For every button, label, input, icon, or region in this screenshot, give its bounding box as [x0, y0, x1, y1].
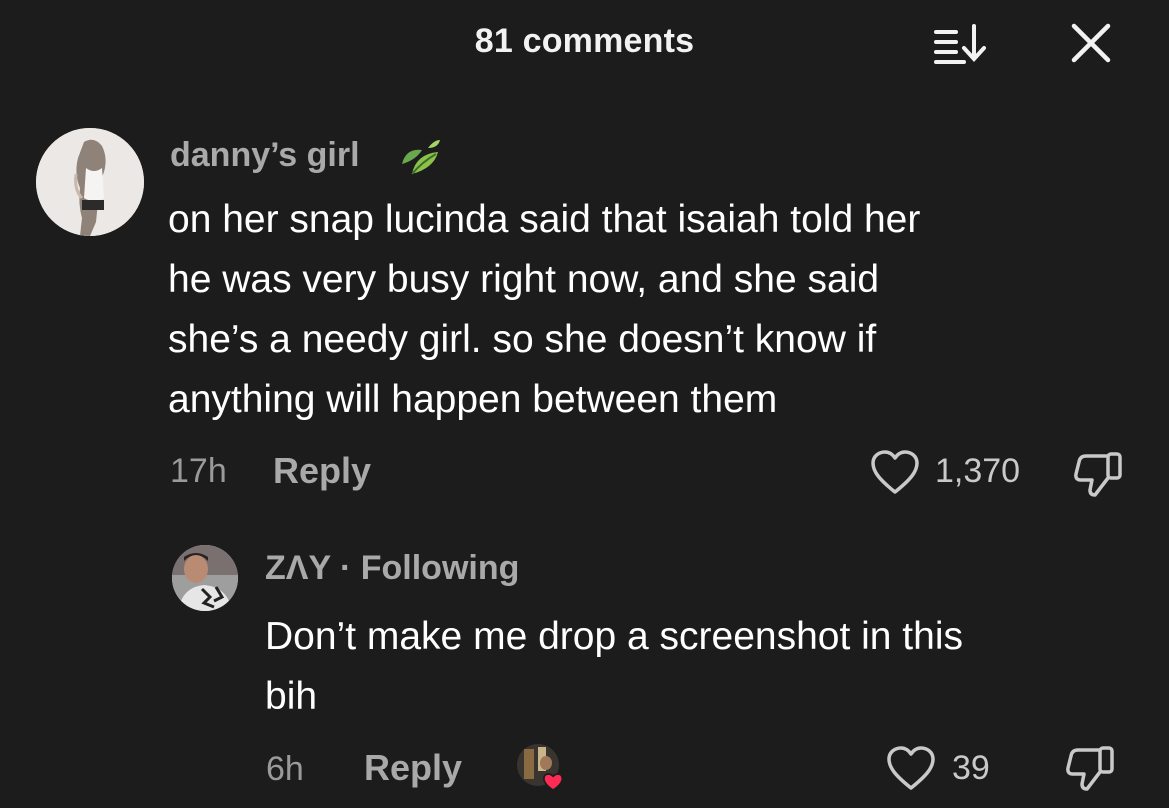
- dislike-icon[interactable]: [1072, 448, 1124, 498]
- comment-username[interactable]: danny’s girl: [170, 136, 360, 175]
- sort-down-icon: [934, 24, 986, 64]
- comment-text: Don’t make me drop a screenshot in this …: [265, 607, 963, 727]
- heart-icon[interactable]: [886, 746, 936, 792]
- reply-username-row: ZΛY · Following: [265, 549, 519, 588]
- comment-text: on her snap lucinda said that isaiah tol…: [168, 190, 920, 430]
- leaf-icon: [398, 134, 446, 178]
- dislike-icon[interactable]: [1064, 742, 1116, 792]
- comment-timestamp: 6h: [266, 750, 304, 788]
- following-label: Following: [360, 549, 520, 587]
- separator-dot: ·: [339, 549, 352, 587]
- comment-line: Don’t make me drop a screenshot in this: [265, 615, 964, 658]
- avatar-image: [36, 128, 144, 236]
- comment-line: bih: [265, 675, 318, 718]
- like-count: 39: [952, 749, 990, 787]
- close-button[interactable]: [1066, 22, 1116, 66]
- comment-line: he was very busy right now, and she said: [168, 258, 880, 301]
- comment-username[interactable]: ZΛY: [265, 549, 331, 587]
- avatar[interactable]: [172, 545, 238, 611]
- avatar[interactable]: [36, 128, 144, 236]
- comment-line: on her snap lucinda said that isaiah tol…: [168, 198, 921, 241]
- like-count: 1,370: [935, 452, 1021, 490]
- reply-button[interactable]: Reply: [273, 450, 371, 492]
- comment-line: she’s a needy girl. so she doesn’t know …: [168, 318, 877, 361]
- comment-timestamp: 17h: [170, 452, 227, 490]
- sort-button[interactable]: [930, 22, 990, 66]
- avatar-image: [172, 545, 238, 611]
- reply-button[interactable]: Reply: [364, 747, 462, 789]
- close-icon: [1071, 23, 1111, 63]
- comment-line: anything will happen between them: [168, 378, 778, 421]
- creator-heart-avatar-icon: [516, 743, 570, 795]
- heart-icon[interactable]: [870, 450, 920, 496]
- comments-count-title: 81 comments: [474, 22, 695, 60]
- comments-header: 81 comments: [0, 0, 1169, 84]
